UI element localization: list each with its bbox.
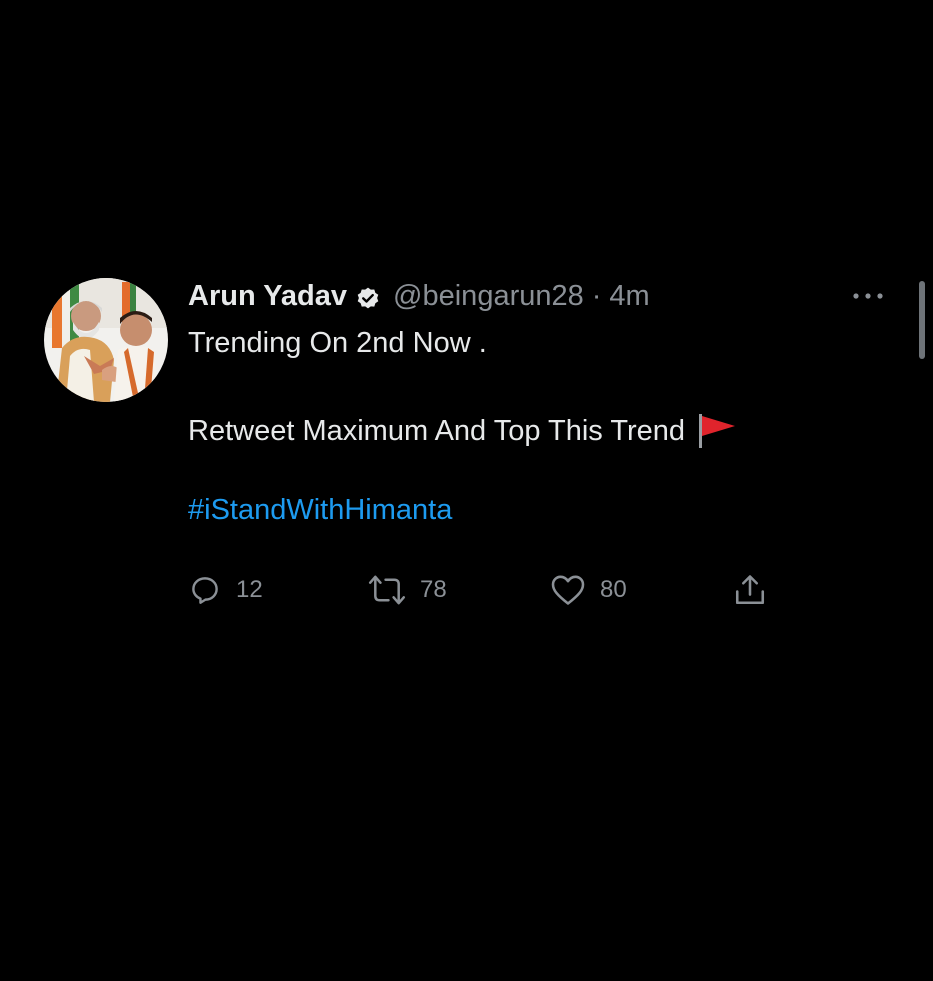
tweet-timestamp[interactable]: 4m xyxy=(609,276,649,316)
reply-button[interactable]: 12 xyxy=(188,570,263,610)
author-name[interactable]: Arun Yadav xyxy=(188,276,347,316)
reply-icon xyxy=(188,573,222,607)
avatar-photo xyxy=(44,278,168,402)
like-count: 80 xyxy=(600,576,627,603)
more-options-icon[interactable] xyxy=(850,288,886,304)
header-separator: · xyxy=(591,280,602,312)
tweet-text-line-1: Trending On 2nd Now . xyxy=(188,327,487,359)
avatar[interactable] xyxy=(44,278,168,402)
retweet-icon xyxy=(368,573,406,607)
retweet-button[interactable]: 78 xyxy=(368,570,447,610)
share-icon xyxy=(732,572,768,608)
triangular-flag-icon xyxy=(697,414,737,448)
tweet-header: Arun Yadav @beingarun28 · 4m xyxy=(188,276,888,316)
reply-count: 12 xyxy=(236,576,263,603)
like-button[interactable]: 80 xyxy=(550,570,627,610)
tweet-actions: 12 78 80 xyxy=(188,570,788,610)
tweet-text-line-2: Retweet Maximum And Top This Trend xyxy=(188,415,685,447)
tweet-content: Arun Yadav @beingarun28 · 4m Trending On… xyxy=(188,276,888,605)
hashtag-link[interactable]: #iStandWithHimanta xyxy=(188,490,452,530)
author-handle[interactable]: @beingarun28 xyxy=(393,276,584,316)
retweet-count: 78 xyxy=(420,576,447,603)
scrollbar-thumb[interactable] xyxy=(919,281,925,359)
share-button[interactable] xyxy=(732,570,768,610)
verified-badge-icon xyxy=(355,283,381,309)
tweet-text-line-2-row: Retweet Maximum And Top This Trend xyxy=(188,411,888,451)
heart-icon xyxy=(550,573,586,607)
